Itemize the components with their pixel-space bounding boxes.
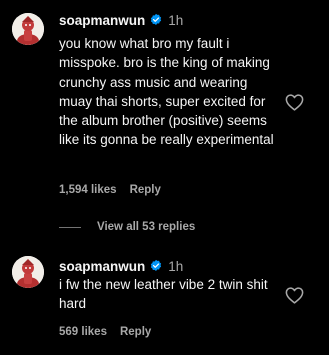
heart-outline-icon[interactable] [285, 94, 304, 111]
likes-count[interactable]: 1,594 likes [59, 184, 117, 196]
timestamp: 1h [168, 12, 184, 28]
view-replies-button[interactable]: View all 53 replies [59, 218, 195, 236]
heart-outline-icon[interactable] [285, 287, 304, 304]
username[interactable]: soapmanwun [59, 259, 145, 274]
reply-button[interactable]: Reply [120, 326, 151, 338]
comment-meta: 1,594 likes Reply [59, 182, 161, 198]
avatar-image [12, 256, 44, 288]
avatar[interactable] [12, 13, 44, 45]
verified-badge-icon [149, 13, 163, 27]
timestamp: 1h [168, 258, 184, 274]
avatar-image [12, 13, 44, 45]
comment-header: soapmanwun 1h [59, 257, 183, 275]
likes-count[interactable]: 569 likes [59, 326, 107, 338]
comment-text: i fw the new leather vibe 2 twin shit ha… [59, 277, 268, 312]
comment-header: soapmanwun 1h [59, 11, 183, 29]
comment-meta: 569 likes Reply [59, 324, 151, 340]
view-replies-label: View all 53 replies [97, 221, 196, 233]
comment-text: you know what bro my fault i misspoke. b… [59, 36, 274, 148]
verified-badge-icon [149, 259, 163, 273]
avatar[interactable] [12, 256, 44, 288]
replies-divider [59, 226, 81, 228]
reply-button[interactable]: Reply [130, 184, 161, 196]
username[interactable]: soapmanwun [59, 13, 145, 28]
